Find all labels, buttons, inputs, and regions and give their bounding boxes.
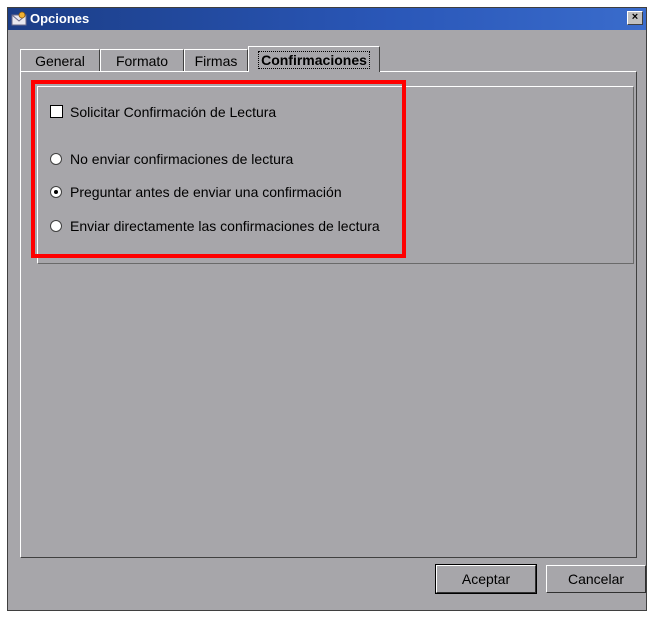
cancel-button[interactable]: Cancelar [546, 565, 646, 593]
close-button[interactable]: × [627, 11, 643, 25]
ok-button[interactable]: Aceptar [435, 564, 537, 594]
radio-send-directly[interactable] [50, 220, 62, 232]
tab-general[interactable]: General [20, 49, 100, 71]
window-title: Opciones [30, 11, 90, 26]
tab-label: Confirmaciones [258, 51, 370, 69]
tab-label: Firmas [194, 53, 238, 69]
radio-no-send[interactable] [50, 153, 62, 165]
tab-label: Formato [115, 53, 169, 69]
tab-formato[interactable]: Formato [100, 49, 184, 71]
radio-ask-before-send-label: Preguntar antes de enviar una confirmaci… [70, 184, 342, 200]
tab-confirmaciones[interactable]: Confirmaciones [248, 46, 380, 72]
radio-send-directly-label: Enviar directamente las confirmaciones d… [70, 218, 380, 234]
radio-ask-before-send[interactable] [50, 186, 62, 198]
request-receipt-label: Solicitar Confirmación de Lectura [70, 104, 277, 120]
tab-label: General [35, 53, 85, 69]
request-receipt-checkbox[interactable] [50, 105, 63, 118]
radio-selected-dot [54, 190, 58, 194]
tab-firmas[interactable]: Firmas [184, 49, 248, 71]
title-bar[interactable]: Opciones × [8, 8, 646, 30]
mail-envelope-icon [11, 11, 27, 26]
radio-no-send-label: No enviar confirmaciones de lectura [70, 151, 294, 167]
